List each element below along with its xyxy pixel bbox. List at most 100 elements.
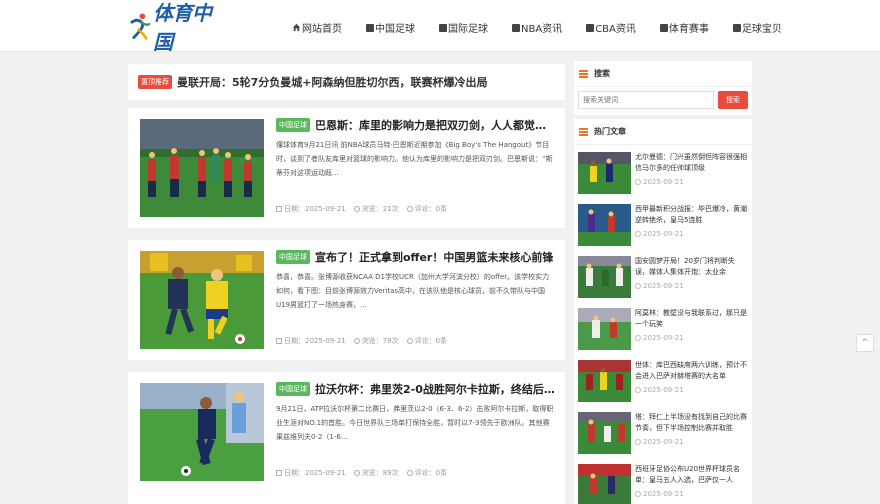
clock-icon — [635, 283, 641, 289]
clock-icon — [635, 179, 641, 185]
chevron-up-icon: ^ — [861, 338, 869, 348]
list-icon — [366, 23, 374, 32]
list-item[interactable]: 塔：拜仁上半场没有找到自己的比赛节奏，但下半场控制比赛并取胜 2025-09-2… — [574, 405, 752, 457]
article-thumbnail[interactable] — [140, 383, 264, 481]
hot-list: 尤尔曼德：门兴虽然倒但阵容很强相信马尔多的任帅球顶级 2025-09-21 西甲… — [574, 145, 752, 504]
football-photo-icon — [140, 383, 264, 481]
hot-title[interactable]: 阿莫林：教壁没与我联系过，那只是一个玩笑 — [635, 308, 748, 330]
views-label: 浏览： — [361, 205, 383, 213]
article-title[interactable]: 宣布了！正式拿到offer！中国男篮未来核心前锋 — [315, 249, 553, 265]
article-card: 中国足球 宣布了！正式拿到offer！中国男篮未来核心前锋 恭喜，恭喜。张博源收… — [128, 240, 565, 360]
main-nav: 网站首页 中国足球 国际足球 NBA资讯 CBA资讯 体育赛事 足球宝贝 — [292, 20, 782, 35]
search-widget: 搜索 搜索 — [574, 61, 752, 115]
list-icon — [586, 23, 595, 32]
date-value: 2025-09-21 — [643, 438, 684, 446]
article-title[interactable]: 巴恩斯：库里的影响力是把双刃剑，人人都觉得自己也能… — [315, 117, 556, 133]
hot-title[interactable]: 西班牙足协公布U20世界杯球员名单：皇马五人入选，巴萨仅一人 — [635, 464, 748, 486]
nav-nba[interactable]: NBA资讯 — [512, 20, 562, 35]
category-badge[interactable]: 中国足球 — [276, 118, 310, 132]
site-header: 体育中国 网站首页 中国足球 国际足球 NBA资讯 CBA资讯 体育赛事 足球宝… — [0, 0, 880, 54]
hot-title[interactable]: 塔：拜仁上半场没有找到自己的比赛节奏，但下半场控制比赛并取胜 — [635, 412, 748, 434]
date-label: 日期： — [284, 337, 305, 345]
list-icon — [579, 127, 588, 136]
football-photo-icon — [578, 256, 631, 298]
views-value: 78次 — [382, 337, 399, 345]
list-icon — [512, 23, 520, 32]
football-photo-icon — [140, 119, 264, 217]
article-thumbnail[interactable] — [140, 251, 264, 349]
article-excerpt: 9月21日，ATP拉沃尔杯第二比赛日，弗里茨以2-0（6-3、6-2）击败阿尔卡… — [276, 405, 554, 441]
date-value: 2025-09-21 — [643, 230, 684, 238]
date-value: 2025-09-21 — [643, 178, 684, 186]
comments-label: 评论： — [414, 469, 436, 477]
article-card: 中国足球 拉沃尔杯：弗里茨2-0战胜阿尔卡拉斯，终结后者的13连胜 9月21日，… — [128, 372, 565, 504]
list-icon — [439, 23, 447, 32]
hot-thumbnail[interactable] — [578, 256, 631, 298]
hot-thumbnail[interactable] — [578, 412, 631, 454]
comments-label: 评论： — [414, 337, 436, 345]
eye-icon — [353, 338, 360, 344]
article-meta: 日期： 2025-09-21 浏览： 89次 评论： 0条 — [276, 468, 455, 478]
nav-sports-events[interactable]: 体育赛事 — [659, 20, 709, 35]
football-photo-icon — [578, 412, 631, 454]
hot-title[interactable]: 西甲最新积分战报：毕巴爆冷，黄潮逆转绝杀，皇马5连胜 — [635, 204, 748, 226]
date-value: 2025-09-21 — [643, 386, 684, 394]
article-thumbnail[interactable] — [140, 119, 264, 217]
date-value: 2025-09-21 — [305, 469, 346, 477]
eye-icon — [353, 470, 360, 476]
list-item[interactable]: 国安圆梦开局！20岁门将判断失误，媒体人集体开炮：太业余 2025-09-21 — [574, 249, 752, 301]
nav-cba[interactable]: CBA资讯 — [586, 20, 636, 35]
article-title-row: 中国足球 宣布了！正式拿到offer！中国男篮未来核心前锋 — [276, 249, 556, 265]
article-title-row: 中国足球 拉沃尔杯：弗里茨2-0战胜阿尔卡拉斯，终结后者的13连胜 — [276, 381, 556, 397]
hot-thumbnail[interactable] — [578, 204, 631, 246]
views-label: 浏览： — [361, 469, 383, 477]
nav-home[interactable]: 网站首页 — [292, 20, 342, 35]
date-label: 日期： — [284, 469, 305, 477]
list-item[interactable]: 阿莫林：教壁没与我联系过，那只是一个玩笑 2025-09-21 — [574, 301, 752, 353]
nav-label: CBA资讯 — [595, 24, 636, 35]
list-item[interactable]: 尤尔曼德：门兴虽然倒但阵容很强相信马尔多的任帅球顶级 2025-09-21 — [574, 145, 752, 197]
clock-icon — [635, 335, 641, 341]
headline-title[interactable]: 曼联开局：5轮7分负曼城+阿森纳但胜切尔西，联赛杯爆冷出局 — [177, 74, 488, 90]
football-photo-icon — [578, 152, 631, 194]
category-badge[interactable]: 中国足球 — [276, 250, 310, 264]
home-icon — [292, 23, 301, 32]
football-photo-icon — [578, 308, 631, 350]
search-button[interactable]: 搜索 — [718, 91, 748, 109]
list-item[interactable]: 西甲最新积分战报：毕巴爆冷，黄潮逆转绝杀，皇马5连胜 2025-09-21 — [574, 197, 752, 249]
article-title[interactable]: 拉沃尔杯：弗里茨2-0战胜阿尔卡拉斯，终结后者的13连胜 — [315, 381, 556, 397]
list-icon — [659, 23, 668, 32]
hot-thumbnail[interactable] — [578, 152, 631, 194]
nav-label: 中国足球 — [375, 24, 415, 35]
comments-label: 评论： — [414, 205, 436, 213]
widget-header: 搜索 — [574, 61, 752, 87]
site-logo[interactable]: 体育中国 — [128, 1, 228, 54]
hot-thumbnail[interactable] — [578, 360, 631, 402]
date-label: 日期： — [284, 205, 305, 213]
comment-icon — [406, 206, 413, 212]
list-item[interactable]: 西班牙足协公布U20世界杯球员名单：皇马五人入选，巴萨仅一人 2025-09-2… — [574, 457, 752, 504]
back-to-top-button[interactable]: ^ — [856, 334, 874, 352]
hot-title[interactable]: 世体：库巴西缺席两六训练，预计不会进入巴萨对赫塔赛的大名单 — [635, 360, 748, 382]
hot-title[interactable]: 国安圆梦开局！20岁门将判断失误，媒体人集体开炮：太业余 — [635, 256, 748, 278]
clock-icon — [635, 439, 641, 445]
hot-date: 2025-09-21 — [635, 282, 684, 290]
hot-title[interactable]: 尤尔曼德：门兴虽然倒但阵容很强相信马尔多的任帅球顶级 — [635, 152, 748, 174]
category-badge[interactable]: 中国足球 — [276, 382, 310, 396]
hot-thumbnail[interactable] — [578, 308, 631, 350]
nav-football-babes[interactable]: 足球宝贝 — [732, 20, 782, 35]
football-photo-icon — [578, 204, 631, 246]
hot-thumbnail[interactable] — [578, 464, 631, 504]
list-item[interactable]: 世体：库巴西缺席两六训练，预计不会进入巴萨对赫塔赛的大名单 2025-09-21 — [574, 353, 752, 405]
nav-intl-football[interactable]: 国际足球 — [439, 20, 488, 35]
search-input[interactable] — [578, 91, 714, 109]
date-value: 2025-09-21 — [305, 205, 346, 213]
article-meta: 日期： 2025-09-21 浏览： 21次 评论： 0条 — [276, 204, 455, 214]
widget-title: 搜索 — [594, 69, 610, 78]
nav-china-football[interactable]: 中国足球 — [366, 20, 415, 35]
clock-icon — [635, 491, 641, 497]
hot-date: 2025-09-21 — [635, 490, 684, 498]
top-headline[interactable]: 置顶推荐 曼联开局：5轮7分负曼城+阿森纳但胜切尔西，联赛杯爆冷出局 — [128, 64, 565, 100]
hot-date: 2025-09-21 — [635, 438, 684, 446]
calendar-icon — [276, 206, 282, 212]
